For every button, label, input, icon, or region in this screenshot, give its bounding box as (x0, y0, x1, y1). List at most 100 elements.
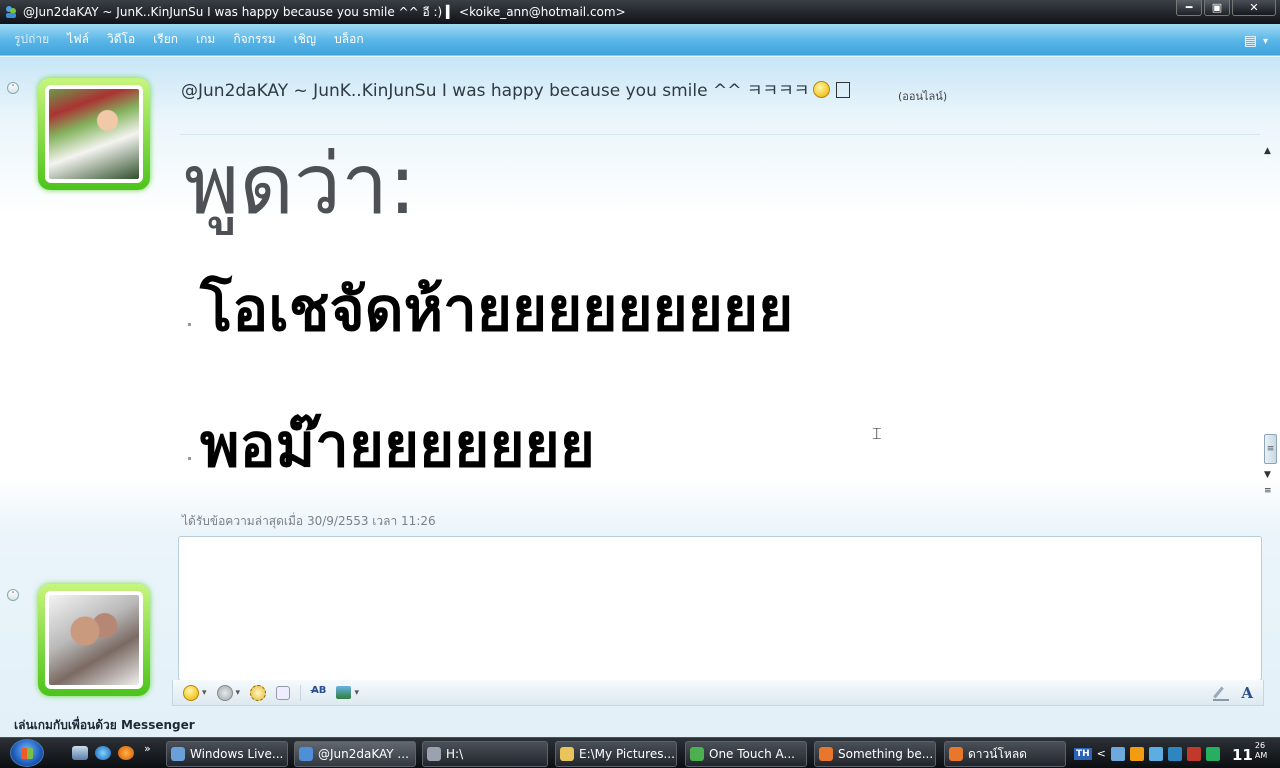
smile-emoticon-icon (813, 81, 831, 98)
message-bullet (188, 323, 191, 326)
clock-minute: 26 (1254, 741, 1266, 750)
menu-bar: รูปถ่าย ไฟล์ วิดีโอ เรียก เกม กิจกรรม เช… (0, 24, 1280, 56)
network-icon[interactable] (1110, 746, 1125, 761)
taskbar-item-conversation[interactable]: @Jun2daKAY ... (294, 741, 416, 767)
menu-call[interactable]: เรียก (153, 30, 178, 49)
taskbar-item-label: ดาวน์โหลด (968, 746, 1027, 761)
play-games-link[interactable]: เล่นเกมกับเพื่อนด้วย Messenger (14, 716, 195, 735)
nudge-icon (250, 684, 267, 701)
taskbar-item-windows-live[interactable]: Windows Live... (166, 741, 288, 767)
toolbar-separator (300, 684, 302, 701)
menu-invite[interactable]: เชิญ (294, 30, 316, 49)
taskbar-item-firefox[interactable]: Something be... (814, 741, 936, 767)
wink-button[interactable]: ▾ (216, 684, 240, 701)
taskbar-item-downloads[interactable]: ดาวน์โหลด (944, 741, 1066, 767)
unknown-glyph-icon (836, 82, 851, 98)
says-label: พูดว่า: (184, 135, 417, 233)
spell-check-button[interactable]: A̶B (311, 685, 326, 701)
window-title: @Jun2daKAY ~ JunK..KinJunSu I was happy … (23, 4, 626, 19)
bluetooth-icon[interactable] (1167, 746, 1182, 761)
taskbar-item-drive-h[interactable]: H:\ (422, 741, 548, 767)
drive-icon (427, 747, 441, 761)
title-bar[interactable]: @Jun2daKAY ~ JunK..KinJunSu I was happy … (0, 0, 1280, 24)
taskbar-item-one-touch[interactable]: One Touch A... (685, 741, 807, 767)
menu-files[interactable]: ไฟล์ (67, 30, 89, 49)
scroll-end-button[interactable]: ≡ (1264, 486, 1272, 496)
folder-icon (560, 747, 574, 761)
collapse-my-picture-button[interactable]: ˅ (7, 589, 19, 601)
options-menu-button[interactable]: ▤ ▾ (1244, 33, 1268, 49)
nudge-button[interactable] (250, 684, 267, 701)
chevron-down-icon: ▾ (202, 687, 207, 698)
last-message-timestamp: ได้รับข้อความล่าสุดเมื่อ 30/9/2553 เวลา … (182, 514, 436, 528)
clock[interactable]: 11 26 AM (1232, 741, 1267, 764)
compose-toolbar: ▾ ▾ A̶B ▾ A (172, 680, 1264, 706)
background-icon (336, 686, 352, 699)
collapse-contact-picture-button[interactable]: ˅ (7, 82, 19, 94)
taskbar-item-label: H:\ (446, 747, 464, 761)
smile-icon (183, 684, 199, 701)
firefox-icon (949, 747, 963, 761)
menu-video[interactable]: วิดีโอ (107, 30, 135, 49)
maximize-button[interactable]: ▣ (1204, 0, 1230, 16)
taskbar-item-my-pictures[interactable]: E:\My Pictures... (555, 741, 677, 767)
menu-activities[interactable]: กิจกรรม (233, 30, 275, 49)
contact-display-picture[interactable] (38, 78, 150, 190)
chevron-down-icon: ▾ (1262, 35, 1268, 47)
my-avatar-image (49, 595, 139, 685)
clock-ampm: AM (1254, 751, 1268, 760)
voice-clip-icon (276, 685, 291, 700)
handwriting-icon[interactable] (1213, 685, 1230, 701)
internet-explorer-icon[interactable] (95, 746, 111, 760)
spell-check-icon: A̶B (311, 684, 327, 696)
taskbar-item-label: Something be... (838, 747, 934, 761)
taskbar-item-label: @Jun2daKAY ... (318, 747, 409, 761)
messenger-app-icon (6, 6, 16, 18)
wink-icon (216, 684, 233, 701)
contact-avatar-image (49, 89, 139, 179)
sync-icon[interactable] (1205, 746, 1220, 761)
text-cursor-icon: ⌶ (872, 424, 882, 443)
taskbar-item-label: Windows Live... (190, 747, 284, 761)
options-icon: ▤ (1243, 33, 1257, 49)
scroll-up-button[interactable]: ▲ (1264, 146, 1271, 156)
taskbar-item-label: One Touch A... (709, 747, 795, 761)
messenger-icon (299, 747, 313, 761)
taskbar: » Windows Live... @Jun2daKAY ... H:\ E:\… (0, 737, 1280, 768)
show-hidden-icons-button[interactable]: < (1097, 747, 1106, 760)
message-input[interactable] (178, 536, 1262, 681)
media-icon[interactable] (1129, 746, 1144, 761)
font-icon[interactable]: A (1241, 684, 1253, 702)
menu-games[interactable]: เกม (196, 30, 215, 49)
chevron-down-icon: ▾ (354, 687, 359, 698)
voice-clip-button[interactable] (276, 685, 291, 700)
start-button[interactable] (10, 739, 44, 767)
firefox-icon (819, 747, 833, 761)
my-display-picture[interactable] (38, 584, 150, 696)
clock-hour: 11 (1232, 746, 1253, 764)
contact-header: @Jun2daKAY ~ JunK..KinJunSu I was happy … (181, 76, 851, 101)
quicklaunch-more-button[interactable]: » (144, 742, 151, 755)
message-bullet (188, 457, 191, 460)
system-tray: TH < (1074, 738, 1220, 768)
security-icon[interactable] (1186, 746, 1201, 761)
minimize-button[interactable]: ━ (1176, 0, 1202, 16)
message-text: พอม๊ายยยยยยย (200, 411, 595, 481)
background-button[interactable]: ▾ (336, 686, 359, 699)
scrollbar-thumb[interactable]: ≡ (1264, 434, 1277, 464)
contact-name: @Jun2daKAY ~ JunK..KinJunSu I was happy … (181, 81, 810, 101)
emoticon-button[interactable]: ▾ (183, 684, 207, 701)
messenger-tray-icon[interactable] (1148, 746, 1163, 761)
windows-live-icon (171, 747, 185, 761)
scroll-down-button[interactable]: ▼ (1264, 470, 1271, 480)
taskbar-item-label: E:\My Pictures... (579, 747, 675, 761)
close-button[interactable]: ✕ (1232, 0, 1276, 16)
menu-photos[interactable]: รูปถ่าย (14, 30, 49, 49)
show-desktop-icon[interactable] (72, 746, 88, 760)
language-indicator[interactable]: TH (1074, 747, 1092, 760)
message-text: โอเชจัดห้ายยยยยยยยย (200, 275, 794, 345)
one-touch-icon (690, 747, 704, 761)
menu-block[interactable]: บล็อก (334, 30, 363, 49)
firefox-quicklaunch-icon[interactable] (118, 746, 134, 760)
contact-status: (ออนไลน์) (898, 90, 948, 103)
